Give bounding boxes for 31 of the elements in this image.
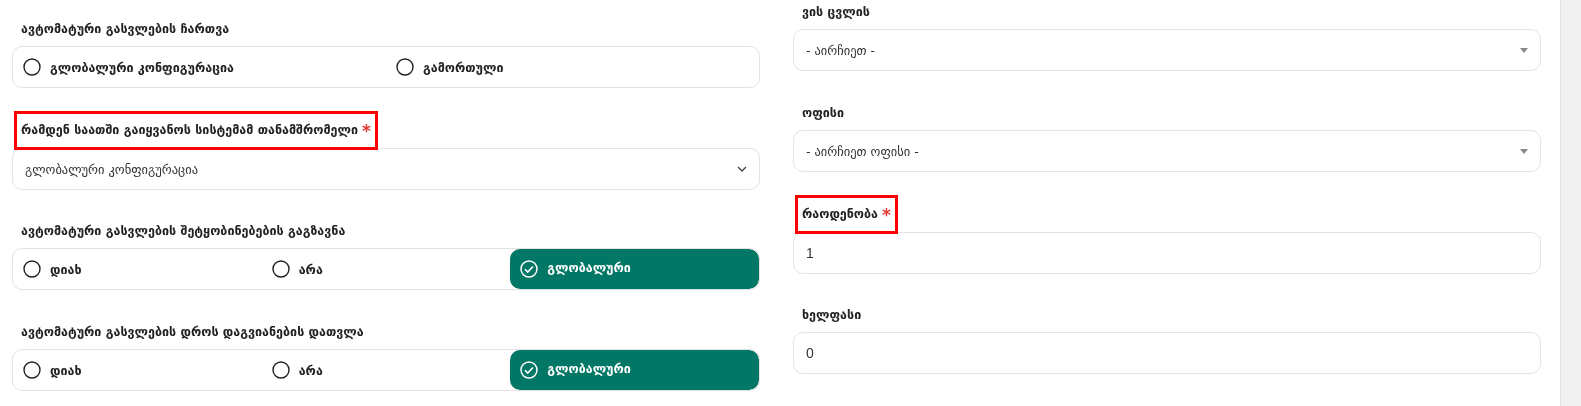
radio-option[interactable]: გლობალური [510, 249, 759, 289]
field-label: ოფისი [801, 104, 846, 122]
radio-icon [23, 361, 41, 379]
radio-icon [23, 58, 41, 76]
caret-down-icon [1520, 148, 1528, 154]
select-field[interactable]: - აირჩიეთ - [793, 29, 1541, 71]
radio-option[interactable]: გლობალური კონფიგურაცია [13, 47, 386, 87]
radio-option[interactable]: დიახ [13, 249, 262, 289]
radio-option[interactable]: არა [261, 350, 511, 390]
radio-option[interactable]: გამორთული [386, 47, 759, 87]
field-label: ავტომატური გასვლების დროს დაგვიანების დათვლა [20, 323, 365, 341]
radio-icon [271, 361, 290, 379]
input-field[interactable]: 0 [793, 332, 1541, 374]
field-label: ავტომატური გასვლების შეტყობინებების გაგზავნა [20, 222, 347, 240]
field-label: ხელფასი [801, 306, 863, 324]
check-circle-icon [520, 260, 539, 278]
check-circle-icon [520, 361, 539, 379]
field-label: ავტომატური გასვლების ჩართვა [20, 20, 231, 38]
radio-icon [396, 58, 414, 76]
select-field[interactable]: - აირჩიეთ ოფისი - [793, 130, 1541, 172]
radio-option[interactable]: გლობალური [510, 350, 759, 390]
radio-icon [23, 260, 41, 278]
select-field[interactable]: გლობალური კონფიგურაცია [12, 148, 760, 190]
chevron-down-icon [737, 166, 747, 172]
radio-option[interactable]: დიახ [13, 350, 262, 390]
caret-down-icon [1520, 47, 1528, 53]
scrollbar[interactable] [1560, 0, 1581, 406]
radio-icon [271, 260, 290, 278]
radio-option[interactable]: არა [261, 249, 511, 289]
input-field[interactable]: 1 [793, 232, 1541, 274]
field-label: ვის ცვლის [801, 3, 871, 21]
